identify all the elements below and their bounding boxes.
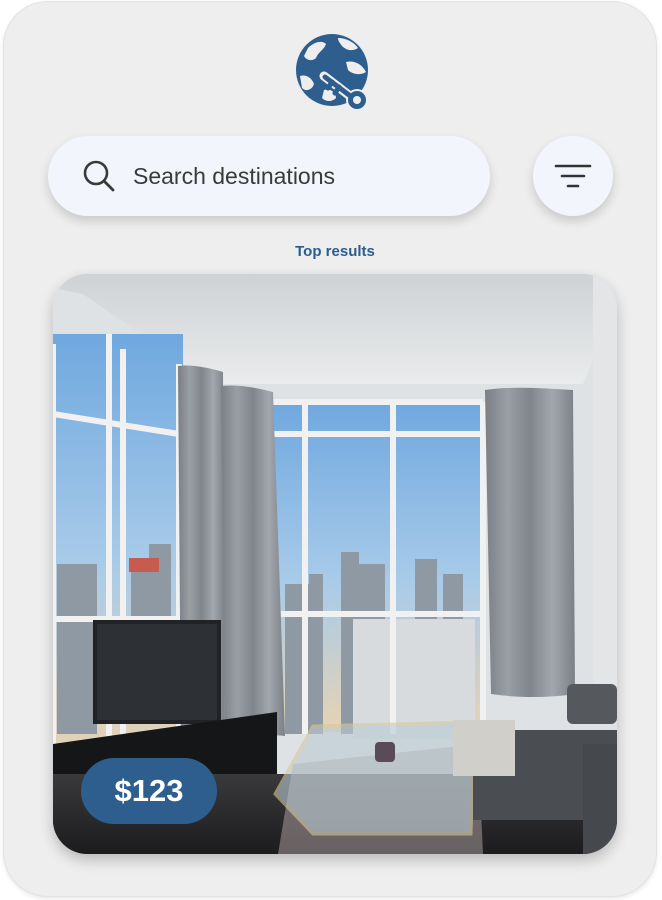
- search-bar[interactable]: [48, 136, 490, 216]
- globe-key-icon: [296, 34, 368, 111]
- app-screen: Top results: [4, 2, 656, 896]
- filter-icon: [554, 164, 592, 188]
- results-heading: Top results: [295, 243, 375, 260]
- filter-button[interactable]: [533, 136, 613, 216]
- price-badge: $123: [81, 758, 217, 824]
- search-icon: [83, 160, 115, 192]
- search-input[interactable]: [133, 162, 473, 190]
- listing-card[interactable]: $123: [53, 274, 617, 854]
